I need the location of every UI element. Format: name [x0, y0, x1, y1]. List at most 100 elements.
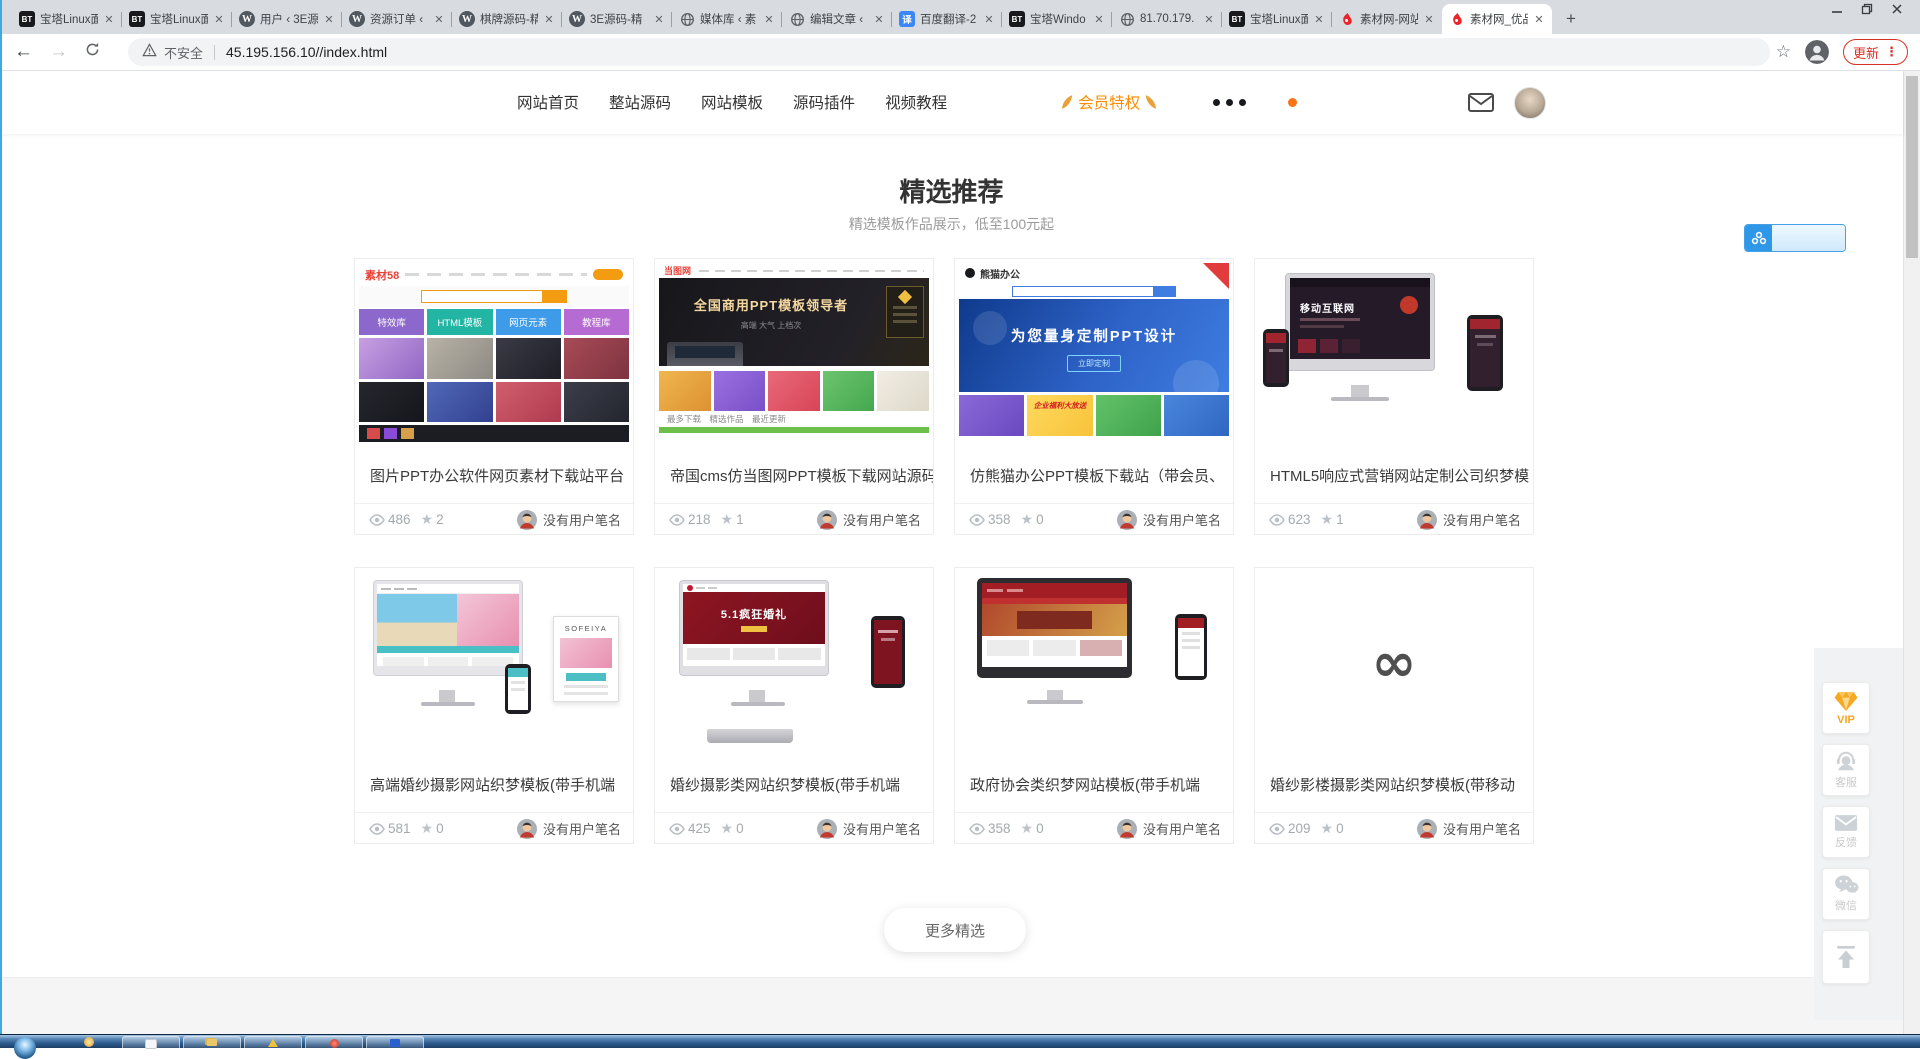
template-card[interactable]: 政府协会类织梦网站模板(带手机端 358 0 没有用户笔名 — [954, 567, 1234, 844]
tab-close-icon[interactable] — [323, 13, 335, 26]
vip-float-button[interactable]: VIP — [1822, 682, 1870, 734]
taskbar-button[interactable] — [366, 1036, 424, 1048]
card-title[interactable]: 帝国cms仿当图网PPT模板下载网站源码 — [655, 448, 933, 504]
nav-item-home[interactable]: 网站首页 — [517, 91, 579, 113]
nav-item-video-tutorials[interactable]: 视频教程 — [885, 91, 947, 113]
more-featured-button[interactable]: 更多精选 — [884, 908, 1026, 952]
nav-item-fullsite-source[interactable]: 整站源码 — [609, 91, 671, 113]
card-stats: 581 0 没有用户笔名 — [355, 813, 633, 844]
browser-tab[interactable]: W 资源订单 ‹ — [342, 4, 452, 34]
views-count: 358 — [988, 821, 1011, 836]
broken-image-placeholder: ∞ — [1372, 636, 1417, 690]
tab-close-icon[interactable] — [103, 13, 115, 26]
template-card[interactable]: ∞ 婚纱影楼摄影类网站织梦模板(带移动 209 0 没有用户笔名 — [1254, 567, 1534, 844]
wordpress-icon: W — [569, 11, 585, 27]
mail-icon[interactable] — [1468, 93, 1494, 117]
template-card[interactable]: 5.1疯狂婚礼 婚纱摄影类网站织梦模板(带手机端 425 0 没有用户笔名 — [654, 567, 934, 844]
card-stats: 486 2 没有用户笔名 — [355, 504, 633, 535]
tab-close-icon[interactable] — [873, 13, 885, 26]
card-title[interactable]: 婚纱摄影类网站织梦模板(带手机端 — [655, 757, 933, 813]
nav-item-vip[interactable]: 会员特权 — [1061, 91, 1157, 113]
feedback-button[interactable]: 反馈 — [1822, 806, 1870, 858]
tab-close-icon[interactable] — [1313, 13, 1325, 26]
tab-close-icon[interactable] — [213, 13, 225, 26]
browser-tab[interactable]: 素材网-网站 — [1332, 4, 1442, 34]
tab-close-icon[interactable] — [1533, 13, 1545, 26]
browser-tab[interactable]: BT 宝塔Windo — [1002, 4, 1112, 34]
template-card[interactable]: 熊猫办公 为您量身定制PPT设计 立即定制 企业福利大放送 仿熊猫办公PPT模板… — [954, 258, 1234, 535]
arrow-up-icon — [1835, 945, 1857, 969]
restore-button[interactable] — [1852, 0, 1882, 18]
url-field[interactable]: 不安全 45.195.156.10//index.html — [128, 38, 1770, 66]
bookmark-star-icon[interactable] — [1776, 42, 1791, 62]
back-icon[interactable] — [14, 41, 33, 63]
thumb-banner-text: 全国商用PPT模板领导者 — [659, 295, 883, 314]
browser-tab-active[interactable]: 素材网_优品 — [1442, 4, 1552, 34]
reload-icon[interactable] — [84, 41, 101, 63]
tab-close-icon[interactable] — [983, 13, 995, 26]
divider — [214, 45, 215, 60]
more-menu-dots-icon[interactable] — [1213, 99, 1246, 106]
tab-title: 宝塔Linux面 — [1250, 11, 1308, 27]
browser-tab[interactable]: 81.70.179. — [1112, 4, 1222, 34]
taskbar-button[interactable] — [122, 1036, 180, 1048]
tab-close-icon[interactable] — [433, 13, 445, 26]
card-title[interactable]: 图片PPT办公软件网页素材下载站平台 — [355, 448, 633, 504]
customer-service-button[interactable]: 客服 — [1822, 744, 1870, 796]
user-avatar[interactable] — [1514, 87, 1546, 119]
quick-launch-icon[interactable] — [84, 1037, 94, 1047]
baidu-translate-icon: 译 — [899, 11, 915, 27]
card-title[interactable]: 高端婚纱摄影网站织梦模板(带手机端 — [355, 757, 633, 813]
start-orb[interactable] — [14, 1037, 36, 1059]
tab-close-icon[interactable] — [543, 13, 555, 26]
new-tab-button[interactable] — [1558, 6, 1584, 32]
wechat-button[interactable]: 微信 — [1822, 868, 1870, 920]
tab-close-icon[interactable] — [653, 13, 665, 26]
sucai-flame-icon — [1449, 11, 1465, 27]
minimize-button[interactable] — [1822, 0, 1852, 18]
chrome-update-button[interactable]: 更新 — [1843, 39, 1908, 65]
taskbar-button[interactable] — [244, 1036, 302, 1048]
browser-tab[interactable]: 译 百度翻译-2 — [892, 4, 1002, 34]
page-scrollbar[interactable] — [1903, 70, 1920, 1035]
gold-wing-icon — [1144, 94, 1157, 110]
vip-label: 会员特权 — [1078, 91, 1140, 113]
stars-icon — [1321, 511, 1334, 528]
browser-profile-avatar[interactable] — [1805, 40, 1829, 64]
card-title[interactable]: 仿熊猫办公PPT模板下载站（带会员、 — [955, 448, 1233, 504]
tab-close-icon[interactable] — [763, 13, 775, 26]
template-card[interactable]: 当图网 全国商用PPT模板领导者 高端 大气 上档次 最多下载 精选作品 最近更… — [654, 258, 934, 535]
browser-tab[interactable]: BT 宝塔Linux面 — [122, 4, 232, 34]
download-helper-badge[interactable] — [1744, 224, 1846, 252]
author-avatar — [1117, 510, 1137, 530]
card-title[interactable]: HTML5响应式营销网站定制公司织梦模 — [1255, 448, 1533, 504]
forward-icon[interactable] — [49, 41, 68, 63]
tab-close-icon[interactable] — [1203, 13, 1215, 26]
browser-tab[interactable]: 编辑文章 ‹ — [782, 4, 892, 34]
nav-item-plugins[interactable]: 源码插件 — [793, 91, 855, 113]
menu-dots-icon[interactable] — [1885, 44, 1898, 60]
tab-close-icon[interactable] — [1093, 13, 1105, 26]
author-name: 没有用户笔名 — [843, 819, 921, 838]
card-title[interactable]: 婚纱影楼摄影类网站织梦模板(带移动 — [1255, 757, 1533, 813]
taskbar-button[interactable] — [183, 1036, 241, 1048]
browser-tab[interactable]: 媒体库 ‹ 素 — [672, 4, 782, 34]
back-to-top-button[interactable] — [1822, 930, 1870, 984]
nav-item-site-templates[interactable]: 网站模板 — [701, 91, 763, 113]
card-title[interactable]: 政府协会类织梦网站模板(带手机端 — [955, 757, 1233, 813]
close-button[interactable] — [1882, 0, 1912, 18]
cloud-link-icon — [1745, 225, 1772, 251]
browser-tab[interactable]: BT 宝塔Linux面 — [12, 4, 122, 34]
browser-tab[interactable]: W 用户 ‹ 3E源 — [232, 4, 342, 34]
template-card[interactable]: 素材58 特效库 HTML模板 网页元素 教程库 图片PPT办公软件网页素材下载… — [354, 258, 634, 535]
scrollbar-thumb[interactable] — [1906, 76, 1918, 258]
tab-close-icon[interactable] — [1423, 13, 1435, 26]
author-avatar — [517, 510, 537, 530]
views-count: 425 — [688, 821, 711, 836]
browser-tab[interactable]: BT 宝塔Linux面 — [1222, 4, 1332, 34]
browser-tab[interactable]: W 3E源码-精 — [562, 4, 672, 34]
taskbar-button[interactable] — [305, 1036, 363, 1048]
template-card[interactable]: 移动互联网 HTML5响应式营销网站定制公司织梦模 623 1 没有用户笔名 — [1254, 258, 1534, 535]
browser-tab[interactable]: W 棋牌源码-精 — [452, 4, 562, 34]
template-card[interactable]: SOFEIYA 高端婚纱摄影网站织梦模板(带手机端 581 0 没有用户笔名 — [354, 567, 634, 844]
